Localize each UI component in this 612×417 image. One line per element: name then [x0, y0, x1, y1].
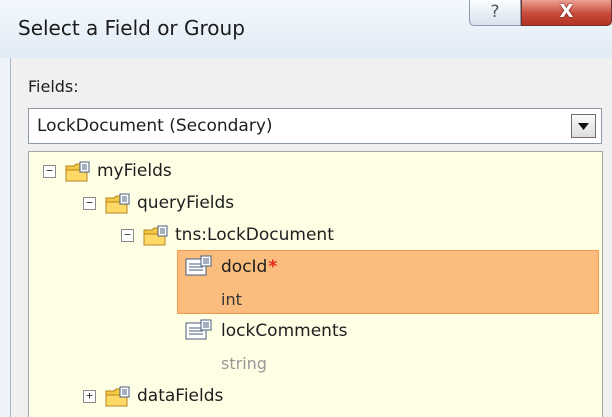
node-label: lockComments: [221, 321, 348, 341]
folder-with-document-icon: [143, 225, 168, 246]
fields-source-dropdown[interactable]: LockDocument (Secondary): [28, 108, 602, 144]
field-element-icon: [185, 255, 212, 276]
dropdown-button[interactable]: [571, 114, 596, 138]
dropdown-arrow-icon: [578, 123, 589, 130]
node-label: dataFields: [137, 386, 224, 406]
expand-toggle[interactable]: +: [83, 390, 96, 403]
fields-source-value: LockDocument (Secondary): [37, 116, 273, 136]
required-marker: *: [268, 257, 278, 277]
folder-with-document-icon: [65, 161, 90, 182]
folder-with-document-icon: [105, 386, 130, 407]
dialog-title: Select a Field or Group: [18, 16, 245, 40]
close-button[interactable]: X: [521, 0, 612, 26]
node-type-label: int: [221, 290, 242, 309]
node-label: docId*: [221, 257, 278, 277]
collapse-toggle[interactable]: −: [83, 197, 96, 210]
node-label: myFields: [97, 161, 172, 181]
field-element-icon: [185, 319, 212, 340]
help-button[interactable]: ?: [469, 0, 521, 26]
collapse-toggle[interactable]: −: [43, 165, 56, 178]
field-tree[interactable]: − myFields − queryFields − tns:LockDocum…: [28, 151, 603, 417]
collapse-toggle[interactable]: −: [121, 229, 134, 242]
node-label: queryFields: [137, 193, 235, 213]
node-type-label: string: [221, 354, 267, 373]
folder-with-document-icon: [105, 193, 130, 214]
fields-label: Fields:: [28, 77, 79, 96]
title-bar: Select a Field or Group ? X: [0, 0, 612, 58]
node-label: tns:LockDocument: [175, 225, 334, 245]
